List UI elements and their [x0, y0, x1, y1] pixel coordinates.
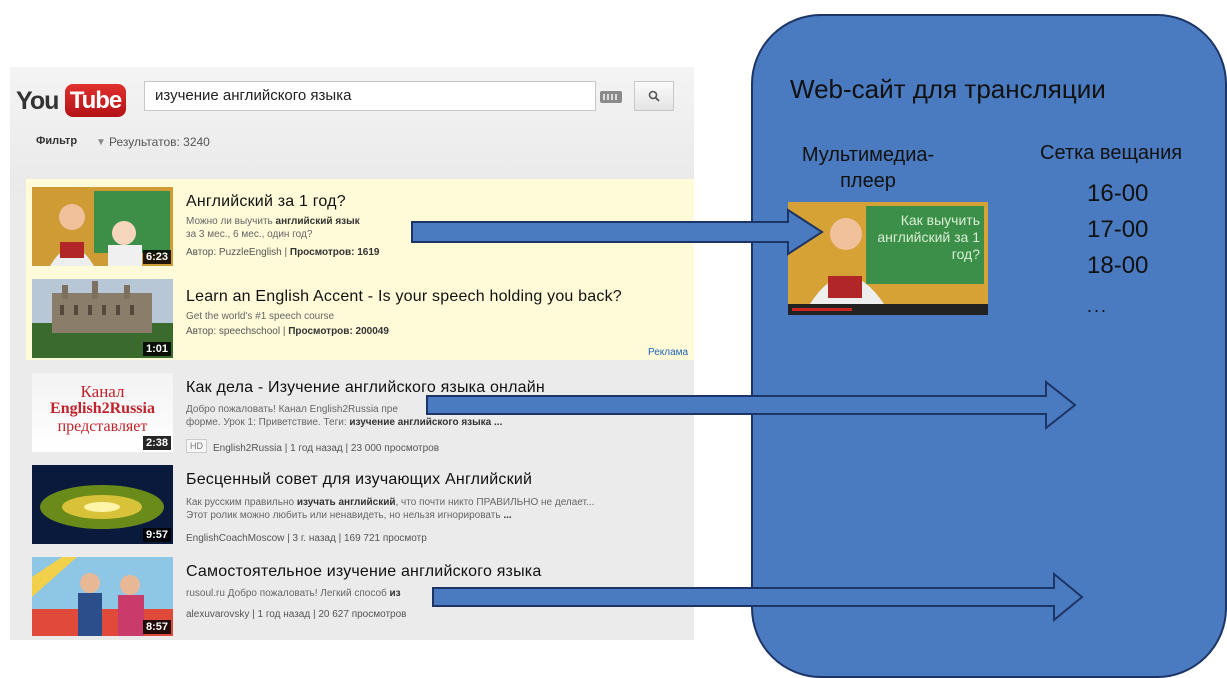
- arrow-row-5: [432, 571, 1084, 623]
- arrow-to-player: [411, 208, 824, 256]
- arrows-layer: [411, 208, 1084, 623]
- arrow-row-3: [426, 379, 1077, 431]
